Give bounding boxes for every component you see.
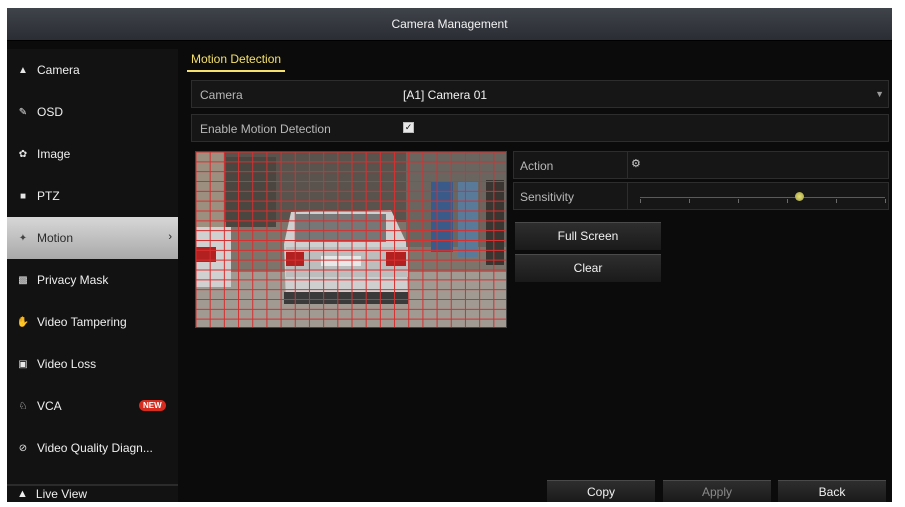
sidebar-item-label: Video Tampering — [37, 315, 127, 329]
gear-icon[interactable]: ⚙ — [631, 157, 641, 170]
privacy-mask-icon: ▩ — [18, 274, 28, 286]
action-row[interactable]: Action ⚙ — [513, 151, 889, 179]
copy-button[interactable]: Copy — [547, 480, 655, 502]
camera-preview[interactable] — [195, 151, 507, 328]
slider-tick — [885, 199, 886, 203]
chevron-down-icon: ▼ — [875, 89, 884, 99]
enable-motion-label: Enable Motion Detection — [200, 122, 331, 136]
sidebar-item-video-loss[interactable]: ▣ Video Loss — [7, 343, 178, 385]
tab-motion-detection[interactable]: Motion Detection — [187, 52, 286, 72]
osd-icon: ✎ — [18, 106, 28, 118]
sidebar-item-label: Video Loss — [37, 357, 97, 371]
motion-icon: ✦ — [18, 232, 28, 244]
sidebar-item-label: Motion — [37, 231, 74, 245]
window-title: Camera Management — [7, 8, 892, 41]
slider-tick — [640, 199, 641, 203]
full-screen-button[interactable]: Full Screen — [515, 222, 661, 250]
video-tampering-icon: ✋ — [16, 316, 30, 328]
sidebar-item-privacy-mask[interactable]: ▩ Privacy Mask — [7, 259, 178, 301]
sidebar-item-ptz[interactable]: ■ PTZ — [7, 175, 178, 217]
sidebar-item-label: Image — [37, 147, 71, 161]
sensitivity-slider-track[interactable] — [640, 197, 885, 198]
camera-label: Camera — [200, 88, 243, 102]
vca-icon: ♘ — [18, 400, 28, 412]
motion-grid[interactable] — [196, 152, 507, 328]
chevron-right-icon: › — [168, 231, 172, 243]
sidebar: ▲ Camera ✎ OSD ✿ Image ■ PTZ ✦ Motion › … — [7, 49, 178, 484]
sidebar-item-osd[interactable]: ✎ OSD — [7, 91, 178, 133]
new-badge: NEW — [139, 400, 166, 411]
camera-select[interactable]: Camera [A1] Camera 01 ▼ — [191, 80, 889, 108]
enable-motion-checkbox[interactable]: ✓ — [403, 122, 414, 133]
action-label: Action — [520, 159, 554, 173]
sensitivity-row: Sensitivity — [513, 182, 889, 210]
sidebar-item-label: Camera — [37, 63, 80, 77]
sidebar-item-camera[interactable]: ▲ Camera — [7, 49, 178, 91]
camera-management-window: Camera Management ▲ Camera ✎ OSD ✿ Image… — [7, 8, 892, 502]
enable-motion-row: Enable Motion Detection ✓ — [191, 114, 889, 142]
camera-icon: ▲ — [18, 64, 28, 76]
sensitivity-label: Sensitivity — [520, 190, 575, 204]
sidebar-item-label: Video Quality Diagn... — [37, 441, 153, 455]
sidebar-item-label: VCA — [37, 399, 62, 413]
sidebar-item-label: PTZ — [37, 189, 60, 203]
clear-button[interactable]: Clear — [515, 254, 661, 282]
video-loss-icon: ▣ — [18, 358, 28, 370]
home-icon: ▲ — [17, 488, 28, 500]
ptz-icon: ■ — [19, 190, 27, 202]
divider — [627, 183, 628, 209]
sidebar-item-video-tampering[interactable]: ✋ Video Tampering — [7, 301, 178, 343]
sidebar-item-label: Privacy Mask — [37, 273, 109, 287]
video-quality-icon: ⊘ — [18, 442, 28, 454]
live-view-label: Live View — [35, 487, 88, 501]
sidebar-item-motion[interactable]: ✦ Motion › — [7, 217, 178, 259]
slider-tick — [836, 199, 837, 203]
sidebar-item-label: OSD — [37, 105, 64, 119]
slider-tick — [738, 199, 739, 203]
apply-button[interactable]: Apply — [663, 480, 771, 502]
sidebar-item-video-quality[interactable]: ⊘ Video Quality Diagn... — [7, 427, 178, 469]
sidebar-item-vca[interactable]: ♘ VCA NEW — [7, 385, 178, 427]
slider-tick — [787, 199, 788, 203]
image-icon: ✿ — [18, 148, 28, 160]
sensitivity-slider-handle[interactable] — [795, 192, 805, 201]
camera-value: [A1] Camera 01 — [403, 88, 488, 102]
slider-tick — [689, 199, 690, 203]
sidebar-item-image[interactable]: ✿ Image — [7, 133, 178, 175]
live-view-button[interactable]: ▲ Live View — [7, 484, 178, 502]
divider — [627, 152, 628, 178]
back-button[interactable]: Back — [778, 480, 886, 502]
